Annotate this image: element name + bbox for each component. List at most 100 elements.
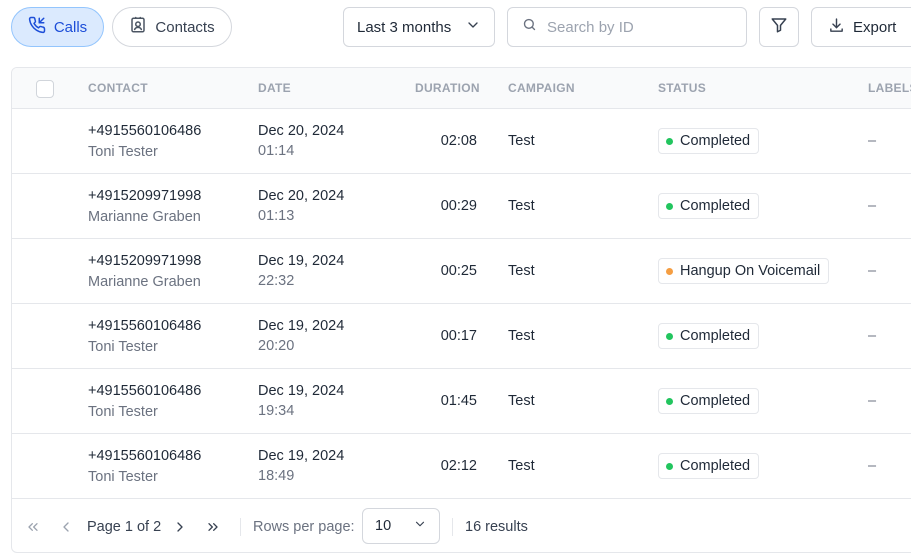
- table-row[interactable]: +4915560106486 Toni Tester Dec 19, 2024 19:…: [12, 369, 911, 434]
- call-labels: –: [868, 263, 877, 279]
- filter-icon: [770, 16, 788, 38]
- call-date: Dec 20, 2024: [258, 123, 345, 139]
- table-header: CONTACT DATE DURATION CAMPAIGN STATUS LA…: [12, 68, 911, 109]
- call-campaign: Test: [508, 133, 535, 149]
- header-duration[interactable]: DURATION: [415, 81, 480, 95]
- call-campaign: Test: [508, 458, 535, 474]
- call-campaign: Test: [508, 263, 535, 279]
- contact-phone: +4915560106486: [88, 123, 202, 139]
- contacts-label: Contacts: [155, 18, 215, 36]
- status-badge: Completed: [658, 128, 760, 154]
- status-dot: [666, 332, 673, 340]
- select-all-checkbox[interactable]: [36, 80, 54, 98]
- call-labels: –: [868, 458, 877, 474]
- status-badge: Completed: [658, 193, 760, 219]
- status-text: Hangup On Voicemail: [680, 263, 821, 279]
- call-time: 19:34: [258, 403, 295, 419]
- phone-call-icon: [28, 16, 46, 38]
- rows-per-page-value: 10: [375, 518, 392, 534]
- call-duration: 02:12: [440, 458, 477, 474]
- search-icon: [522, 17, 537, 37]
- call-time: 18:49: [258, 468, 295, 484]
- chevrons-left-icon[interactable]: [25, 519, 41, 540]
- rows-per-page-select[interactable]: 10: [362, 508, 440, 544]
- table-row[interactable]: +4915209971998 Marianne Graben Dec 20, 202…: [12, 174, 911, 239]
- calls-tab-button[interactable]: Calls: [11, 7, 104, 47]
- header-campaign[interactable]: CAMPAIGN: [508, 81, 575, 95]
- contact-phone: +4915560106486: [88, 318, 202, 334]
- chevron-down-icon: [465, 17, 481, 37]
- calls-table: CONTACT DATE DURATION CAMPAIGN STATUS LA…: [11, 67, 911, 553]
- call-duration: 01:45: [440, 393, 477, 409]
- call-time: 01:14: [258, 143, 295, 159]
- contact-name: Toni Tester: [88, 339, 158, 355]
- call-campaign: Test: [508, 198, 535, 214]
- header-status[interactable]: STATUS: [658, 81, 706, 95]
- status-badge: Completed: [658, 323, 760, 349]
- contact-name: Toni Tester: [88, 404, 158, 420]
- call-campaign: Test: [508, 328, 535, 344]
- call-duration: 02:08: [440, 133, 477, 149]
- chevron-left-icon[interactable]: [58, 519, 74, 540]
- call-date: Dec 19, 2024: [258, 253, 345, 269]
- status-text: Completed: [680, 458, 751, 474]
- status-badge: Completed: [658, 453, 760, 479]
- status-badge: Hangup On Voicemail: [658, 258, 830, 284]
- status-text: Completed: [680, 328, 751, 344]
- call-date: Dec 19, 2024: [258, 448, 345, 464]
- call-date: Dec 19, 2024: [258, 383, 345, 399]
- status-text: Completed: [680, 198, 751, 214]
- call-date: Dec 19, 2024: [258, 318, 345, 334]
- contact-phone: +4915560106486: [88, 448, 202, 464]
- date-range-select[interactable]: Last 3 months: [343, 7, 495, 47]
- table-row[interactable]: +4915209971998 Marianne Graben Dec 19, 202…: [12, 239, 911, 304]
- call-time: 20:20: [258, 338, 295, 354]
- contact-name: Marianne Graben: [88, 274, 201, 290]
- calls-label: Calls: [53, 18, 88, 36]
- contact-phone: +4915209971998: [88, 253, 202, 269]
- contacts-tab-button[interactable]: Contacts: [112, 7, 232, 47]
- page-indicator: Page 1 of 2: [87, 519, 162, 535]
- search-input[interactable]: [547, 18, 737, 36]
- export-button[interactable]: Export: [811, 7, 911, 47]
- call-labels: –: [868, 133, 877, 149]
- table-row[interactable]: +4915560106486 Toni Tester Dec 20, 2024 01:…: [12, 109, 911, 174]
- contact-name: Toni Tester: [88, 469, 158, 485]
- table-row[interactable]: +4915560106486 Toni Tester Dec 19, 2024 18:…: [12, 434, 911, 499]
- rows-per-page-label: Rows per page:: [253, 519, 355, 535]
- toolbar: Calls Contacts Last 3 months Search by I…: [0, 0, 911, 56]
- filter-button[interactable]: [759, 7, 799, 47]
- status-dot: [666, 202, 673, 210]
- divider: [452, 518, 453, 536]
- status-dot: [666, 267, 673, 275]
- pagination: Page 1 of 2 Rows per page: 10 16 results: [12, 500, 911, 552]
- results-count: 16 results: [465, 519, 528, 535]
- header-date[interactable]: DATE: [258, 81, 291, 95]
- chevron-right-icon[interactable]: [172, 519, 188, 540]
- call-labels: –: [868, 198, 877, 214]
- contact-name: Marianne Graben: [88, 209, 201, 225]
- status-dot: [666, 397, 673, 405]
- contact-name: Toni Tester: [88, 144, 158, 160]
- chevrons-right-icon[interactable]: [205, 519, 221, 540]
- header-labels[interactable]: LABELS: [868, 81, 911, 95]
- contact-card-icon: [129, 16, 147, 38]
- status-text: Completed: [680, 133, 751, 149]
- date-range-value: Last 3 months: [357, 18, 452, 36]
- status-dot: [666, 462, 673, 470]
- call-time: 01:13: [258, 208, 295, 224]
- call-duration: 00:29: [440, 198, 477, 214]
- search-field[interactable]: [507, 7, 747, 47]
- table-row[interactable]: +4915560106486 Toni Tester Dec 19, 2024 20:…: [12, 304, 911, 369]
- call-time: 22:32: [258, 273, 295, 289]
- call-duration: 00:25: [440, 263, 477, 279]
- divider: [240, 518, 241, 536]
- status-text: Completed: [680, 393, 751, 409]
- call-labels: –: [868, 393, 877, 409]
- status-badge: Completed: [658, 388, 760, 414]
- call-labels: –: [868, 328, 877, 344]
- call-duration: 00:17: [440, 328, 477, 344]
- header-contact[interactable]: CONTACT: [88, 81, 148, 95]
- call-campaign: Test: [508, 393, 535, 409]
- contact-phone: +4915209971998: [88, 188, 202, 204]
